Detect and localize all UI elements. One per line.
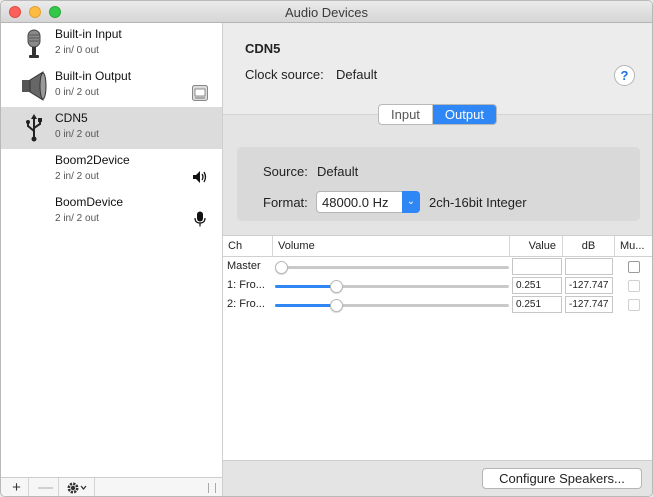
gear-menu-button[interactable]: [59, 478, 95, 496]
channel-label: Master: [227, 260, 261, 272]
tab-input[interactable]: Input: [379, 105, 433, 124]
gear-icon: [67, 482, 86, 494]
volume-slider-knob[interactable]: [330, 299, 344, 312]
volume-slider[interactable]: [275, 261, 509, 274]
title-bar: Audio Devices: [1, 1, 652, 23]
mute-checkbox[interactable]: [628, 261, 640, 273]
db-field[interactable]: -127.747: [565, 277, 613, 294]
source-label: Source:: [263, 164, 308, 179]
column-header-db[interactable]: dB: [563, 236, 615, 256]
input-output-segmented-control[interactable]: Input Output: [378, 104, 497, 125]
microphone-icon: [27, 29, 41, 58]
value-field[interactable]: [512, 258, 562, 275]
volume-slider-fill: [275, 285, 337, 288]
audio-devices-window: Audio Devices Built-in Input 2 in/ 0 out…: [0, 0, 653, 497]
channel-volume-table: Ch Volume Value dB Mu... Master 1: Fro..…: [223, 235, 652, 461]
db-field[interactable]: [565, 258, 613, 275]
value-field[interactable]: 0.251: [512, 296, 562, 313]
device-io: 2 in/ 0 out: [55, 45, 99, 56]
sidebar-toolbar: + —: [1, 477, 223, 496]
format-value: 48000.0 Hz: [322, 195, 389, 210]
device-io: 0 in/ 2 out: [55, 129, 99, 140]
chevron-down-icon: ⌄: [402, 191, 420, 213]
value-field[interactable]: 0.251: [512, 277, 562, 294]
remove-device-button[interactable]: —: [33, 478, 59, 496]
window-title: Audio Devices: [284, 5, 369, 20]
volume-slider[interactable]: [275, 280, 509, 293]
format-label: Format:: [263, 195, 308, 210]
device-header: CDN5 Clock source: Default ?: [223, 23, 652, 115]
resize-grip[interactable]: [208, 483, 216, 493]
device-io: 0 in/ 2 out: [55, 87, 99, 98]
volume-slider-knob[interactable]: [330, 280, 344, 293]
device-item-built-in-output[interactable]: Built-in Output 0 in/ 2 out: [1, 65, 222, 107]
device-item-boomdevice[interactable]: BoomDevice 2 in/ 2 out: [1, 191, 222, 233]
device-item-cdn5[interactable]: CDN5 0 in/ 2 out: [1, 107, 222, 149]
channel-label: 2: Fro...: [227, 298, 265, 310]
device-list: Built-in Input 2 in/ 0 out Built-in Outp…: [1, 23, 223, 477]
header-divider: [223, 256, 652, 257]
device-name: Built-in Output: [55, 69, 132, 83]
add-device-button[interactable]: +: [5, 478, 29, 496]
volume-slider[interactable]: [275, 299, 509, 312]
device-detail-panel: CDN5 Clock source: Default ? Source: Def…: [223, 23, 652, 496]
db-field[interactable]: -127.747: [565, 296, 613, 313]
microphone-small-icon: [194, 211, 206, 227]
finder-icon: [192, 85, 208, 101]
configure-speakers-button[interactable]: Configure Speakers...: [482, 468, 642, 489]
mute-checkbox[interactable]: [628, 280, 640, 292]
volume-slider-fill: [275, 304, 337, 307]
format-bit-depth: 2ch-16bit Integer: [429, 195, 527, 210]
device-item-boom2device[interactable]: Boom2Device 2 in/ 2 out: [1, 149, 222, 191]
column-header-mute[interactable]: Mu...: [615, 236, 652, 256]
device-name: BoomDevice: [55, 195, 124, 209]
device-io: 2 in/ 2 out: [55, 213, 99, 224]
device-name: Built-in Input: [55, 27, 122, 41]
clock-source-value[interactable]: Default: [336, 67, 377, 82]
device-item-built-in-input[interactable]: Built-in Input 2 in/ 0 out: [1, 23, 222, 65]
output-settings: Source: Default Format: 48000.0 Hz ⌄ 2ch…: [223, 115, 652, 496]
column-header-volume[interactable]: Volume: [273, 236, 510, 256]
device-name: Boom2Device: [55, 153, 130, 167]
device-title: CDN5: [245, 41, 281, 56]
format-box: Source: Default Format: 48000.0 Hz ⌄ 2ch…: [237, 147, 640, 221]
clock-source-label: Clock source:: [245, 67, 324, 82]
device-io: 2 in/ 2 out: [55, 171, 99, 182]
speaker-icon: [22, 71, 47, 101]
volume-slider-knob[interactable]: [275, 261, 288, 274]
help-button[interactable]: ?: [614, 65, 635, 86]
channel-label: 1: Fro...: [227, 279, 265, 291]
source-value[interactable]: Default: [317, 164, 358, 179]
column-header-ch[interactable]: Ch: [223, 236, 273, 256]
mute-checkbox[interactable]: [628, 299, 640, 311]
format-select[interactable]: 48000.0 Hz ⌄: [316, 191, 420, 213]
tab-output[interactable]: Output: [432, 105, 496, 124]
speaker-volume-icon: [193, 171, 207, 183]
usb-icon: [26, 114, 42, 142]
column-header-value[interactable]: Value: [510, 236, 563, 256]
device-name: CDN5: [55, 111, 88, 125]
